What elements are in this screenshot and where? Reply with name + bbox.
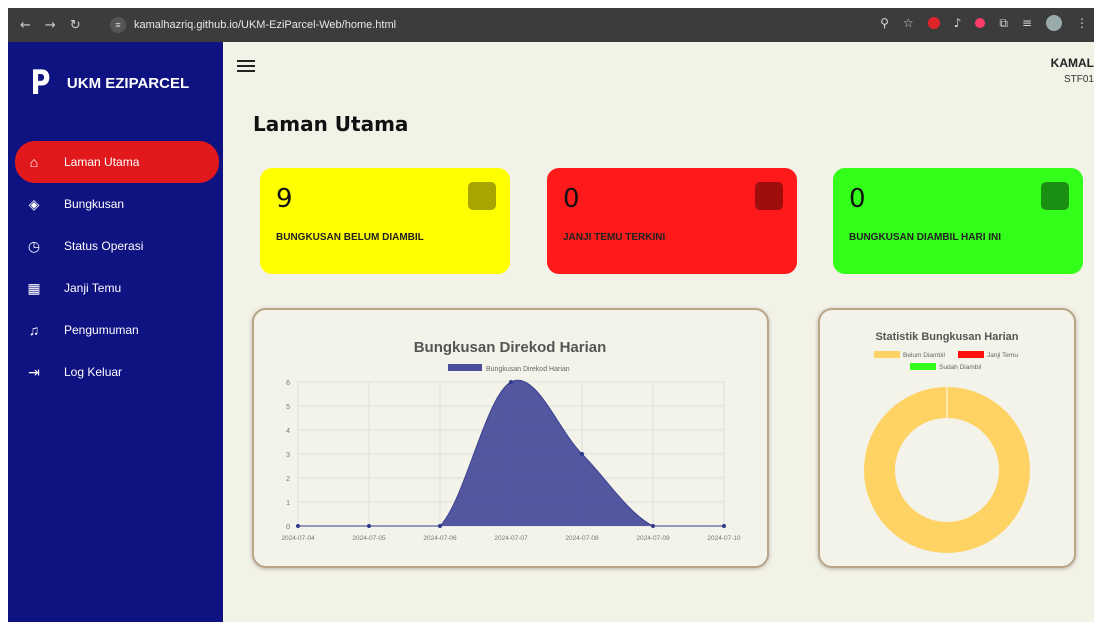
page-title: Laman Utama — [253, 112, 409, 136]
zoom-icon[interactable]: ⚲ — [880, 16, 889, 30]
legend-swatch — [958, 351, 984, 358]
legend-swatch — [448, 364, 482, 371]
stat-label: JANJI TEMU TERKINI — [563, 232, 666, 243]
legend-label: Bungkusan Direkod Harian — [486, 366, 570, 373]
chart-title: Statistik Bungkusan Harian — [875, 331, 1018, 343]
screen: ← → ↻ ≡ kamalhazriq.github.io/UKM-EziPar… — [8, 8, 1094, 622]
x-tick-label: 2024-07-08 — [565, 535, 599, 542]
y-tick-label: 2 — [286, 476, 290, 483]
daily-recorded-chart-panel: Bungkusan Direkod Harian Bungkusan Direko… — [252, 308, 769, 568]
sidebar-menu: ⌂ Laman Utama ◈ Bungkusan ◷ Status Operasi ▦ Ja… — [8, 141, 223, 393]
microphone-icon[interactable]: ♪ — [954, 16, 962, 30]
x-tick-label: 2024-07-06 — [423, 535, 457, 542]
star-icon[interactable]: ☆ — [903, 16, 914, 30]
daily-statistics-chart: Statistik Bungkusan Harian Belum Diambil J… — [864, 331, 1030, 553]
main-content: KAMAL STF01 Laman Utama 9 BUNGKUSAN BELUM… — [223, 42, 1094, 622]
extension-icon[interactable] — [975, 18, 986, 28]
data-point — [367, 524, 371, 528]
puzzle-icon[interactable]: ⧉ — [999, 16, 1008, 31]
legend-label: Sudah Diambil — [939, 364, 982, 371]
arrow-left-icon[interactable]: ← — [20, 18, 31, 33]
user-name: KAMAL — [1050, 56, 1094, 70]
stat-value: 0 — [563, 184, 580, 214]
home-icon: ⌂ — [29, 154, 39, 170]
arrow-right-icon[interactable]: → — [45, 18, 56, 33]
stat-label: BUNGKUSAN BELUM DIAMBIL — [276, 232, 424, 243]
data-point — [580, 452, 584, 456]
sidebar-item-log-keluar[interactable]: ⇥ Log Keluar — [8, 351, 223, 393]
more-icon[interactable]: ⋮ — [1076, 16, 1088, 30]
data-point — [296, 524, 300, 528]
url-text: kamalhazriq.github.io/UKM-EziParcel-Web/… — [134, 19, 397, 31]
user-info[interactable]: KAMAL STF01 — [1051, 56, 1094, 85]
chart-title: Bungkusan Direkod Harian — [414, 339, 607, 356]
shopping-bag-icon — [1041, 182, 1069, 210]
box-icon — [468, 182, 496, 210]
stat-card[interactable]: 0 BUNGKUSAN DIAMBIL HARI INI — [833, 168, 1083, 274]
logo-icon: P — [30, 63, 51, 103]
stat-card[interactable]: 0 JANJI TEMU TERKINI — [547, 168, 797, 274]
data-point — [438, 524, 442, 528]
bell-icon: ♫ — [28, 322, 40, 338]
sidebar-item-pengumuman[interactable]: ♫ Pengumuman — [8, 309, 223, 351]
site-settings-icon[interactable]: ≡ — [110, 17, 126, 33]
sidebar-item-laman-utama[interactable]: ⌂ Laman Utama — [15, 141, 219, 183]
calendar-icon — [755, 182, 783, 210]
browser-nav: ← → ↻ — [8, 18, 112, 33]
data-point — [651, 524, 655, 528]
browser-toolbar: ← → ↻ ≡ kamalhazriq.github.io/UKM-EziPar… — [8, 8, 1094, 42]
browser-actions: ⚲ ☆ ♪ ⧉ ≡ ⋮ — [880, 15, 1088, 31]
x-tick-label: 2024-07-10 — [707, 535, 741, 542]
sidebar-item-bungkusan[interactable]: ◈ Bungkusan — [8, 183, 223, 225]
profile-avatar[interactable] — [1046, 15, 1062, 31]
legend-swatch — [910, 363, 936, 370]
hamburger-menu-icon[interactable] — [237, 60, 255, 75]
data-point — [722, 524, 726, 528]
sidebar: P UKM EZIPARCEL ⌂ Laman Utama ◈ Bungkusan ◷ S… — [8, 42, 223, 622]
y-tick-label: 0 — [286, 524, 290, 531]
y-tick-label: 1 — [286, 500, 290, 507]
daily-statistics-chart-panel: Statistik Bungkusan Harian Belum Diambil J… — [818, 308, 1076, 568]
data-point — [509, 380, 513, 384]
sidebar-item-label: Log Keluar — [64, 365, 123, 379]
reload-icon[interactable]: ↻ — [70, 18, 81, 33]
logout-icon: ⇥ — [28, 363, 40, 380]
stat-card[interactable]: 9 BUNGKUSAN BELUM DIAMBIL — [260, 168, 510, 274]
sidebar-item-label: Laman Utama — [64, 155, 140, 169]
sidebar-item-label: Janji Temu — [64, 281, 122, 295]
user-id: STF01 — [1063, 74, 1094, 85]
legend-swatch — [874, 351, 900, 358]
x-tick-label: 2024-07-07 — [494, 535, 528, 542]
sidebar-item-label: Status Operasi — [64, 239, 144, 253]
stat-value: 0 — [849, 184, 866, 214]
reading-list-icon[interactable]: ≡ — [1022, 16, 1032, 30]
package-icon: ◈ — [28, 195, 40, 212]
daily-recorded-chart: Bungkusan Direkod Harian Bungkusan Direko… — [281, 339, 741, 542]
series-area — [298, 380, 724, 526]
x-tick-label: 2024-07-05 — [352, 535, 386, 542]
y-tick-label: 3 — [286, 452, 290, 459]
sidebar-item-status-operasi[interactable]: ◷ Status Operasi — [8, 225, 223, 267]
stat-label: BUNGKUSAN DIAMBIL HARI INI — [849, 232, 1002, 243]
address-bar[interactable]: ≡ kamalhazriq.github.io/UKM-EziParcel-We… — [110, 13, 790, 37]
y-tick-label: 6 — [286, 380, 290, 387]
x-tick-label: 2024-07-09 — [636, 535, 670, 542]
legend-label: Janji Temu — [987, 352, 1018, 359]
brand-name: UKM EZIPARCEL — [66, 74, 190, 92]
sidebar-item-janji-temu[interactable]: ▦ Janji Temu — [8, 267, 223, 309]
y-tick-label: 4 — [286, 428, 290, 435]
brand[interactable]: P UKM EZIPARCEL — [8, 42, 223, 112]
pie-slice — [864, 387, 1030, 553]
clock-icon: ◷ — [27, 237, 41, 254]
legend-label: Belum Diambil — [903, 352, 945, 359]
calendar-icon: ▦ — [27, 279, 41, 296]
sidebar-item-label: Pengumuman — [64, 323, 139, 337]
x-tick-label: 2024-07-04 — [281, 535, 315, 542]
extension-icon[interactable] — [927, 17, 940, 29]
y-tick-label: 5 — [286, 404, 290, 411]
stat-value: 9 — [276, 184, 293, 214]
sidebar-item-label: Bungkusan — [64, 197, 125, 211]
